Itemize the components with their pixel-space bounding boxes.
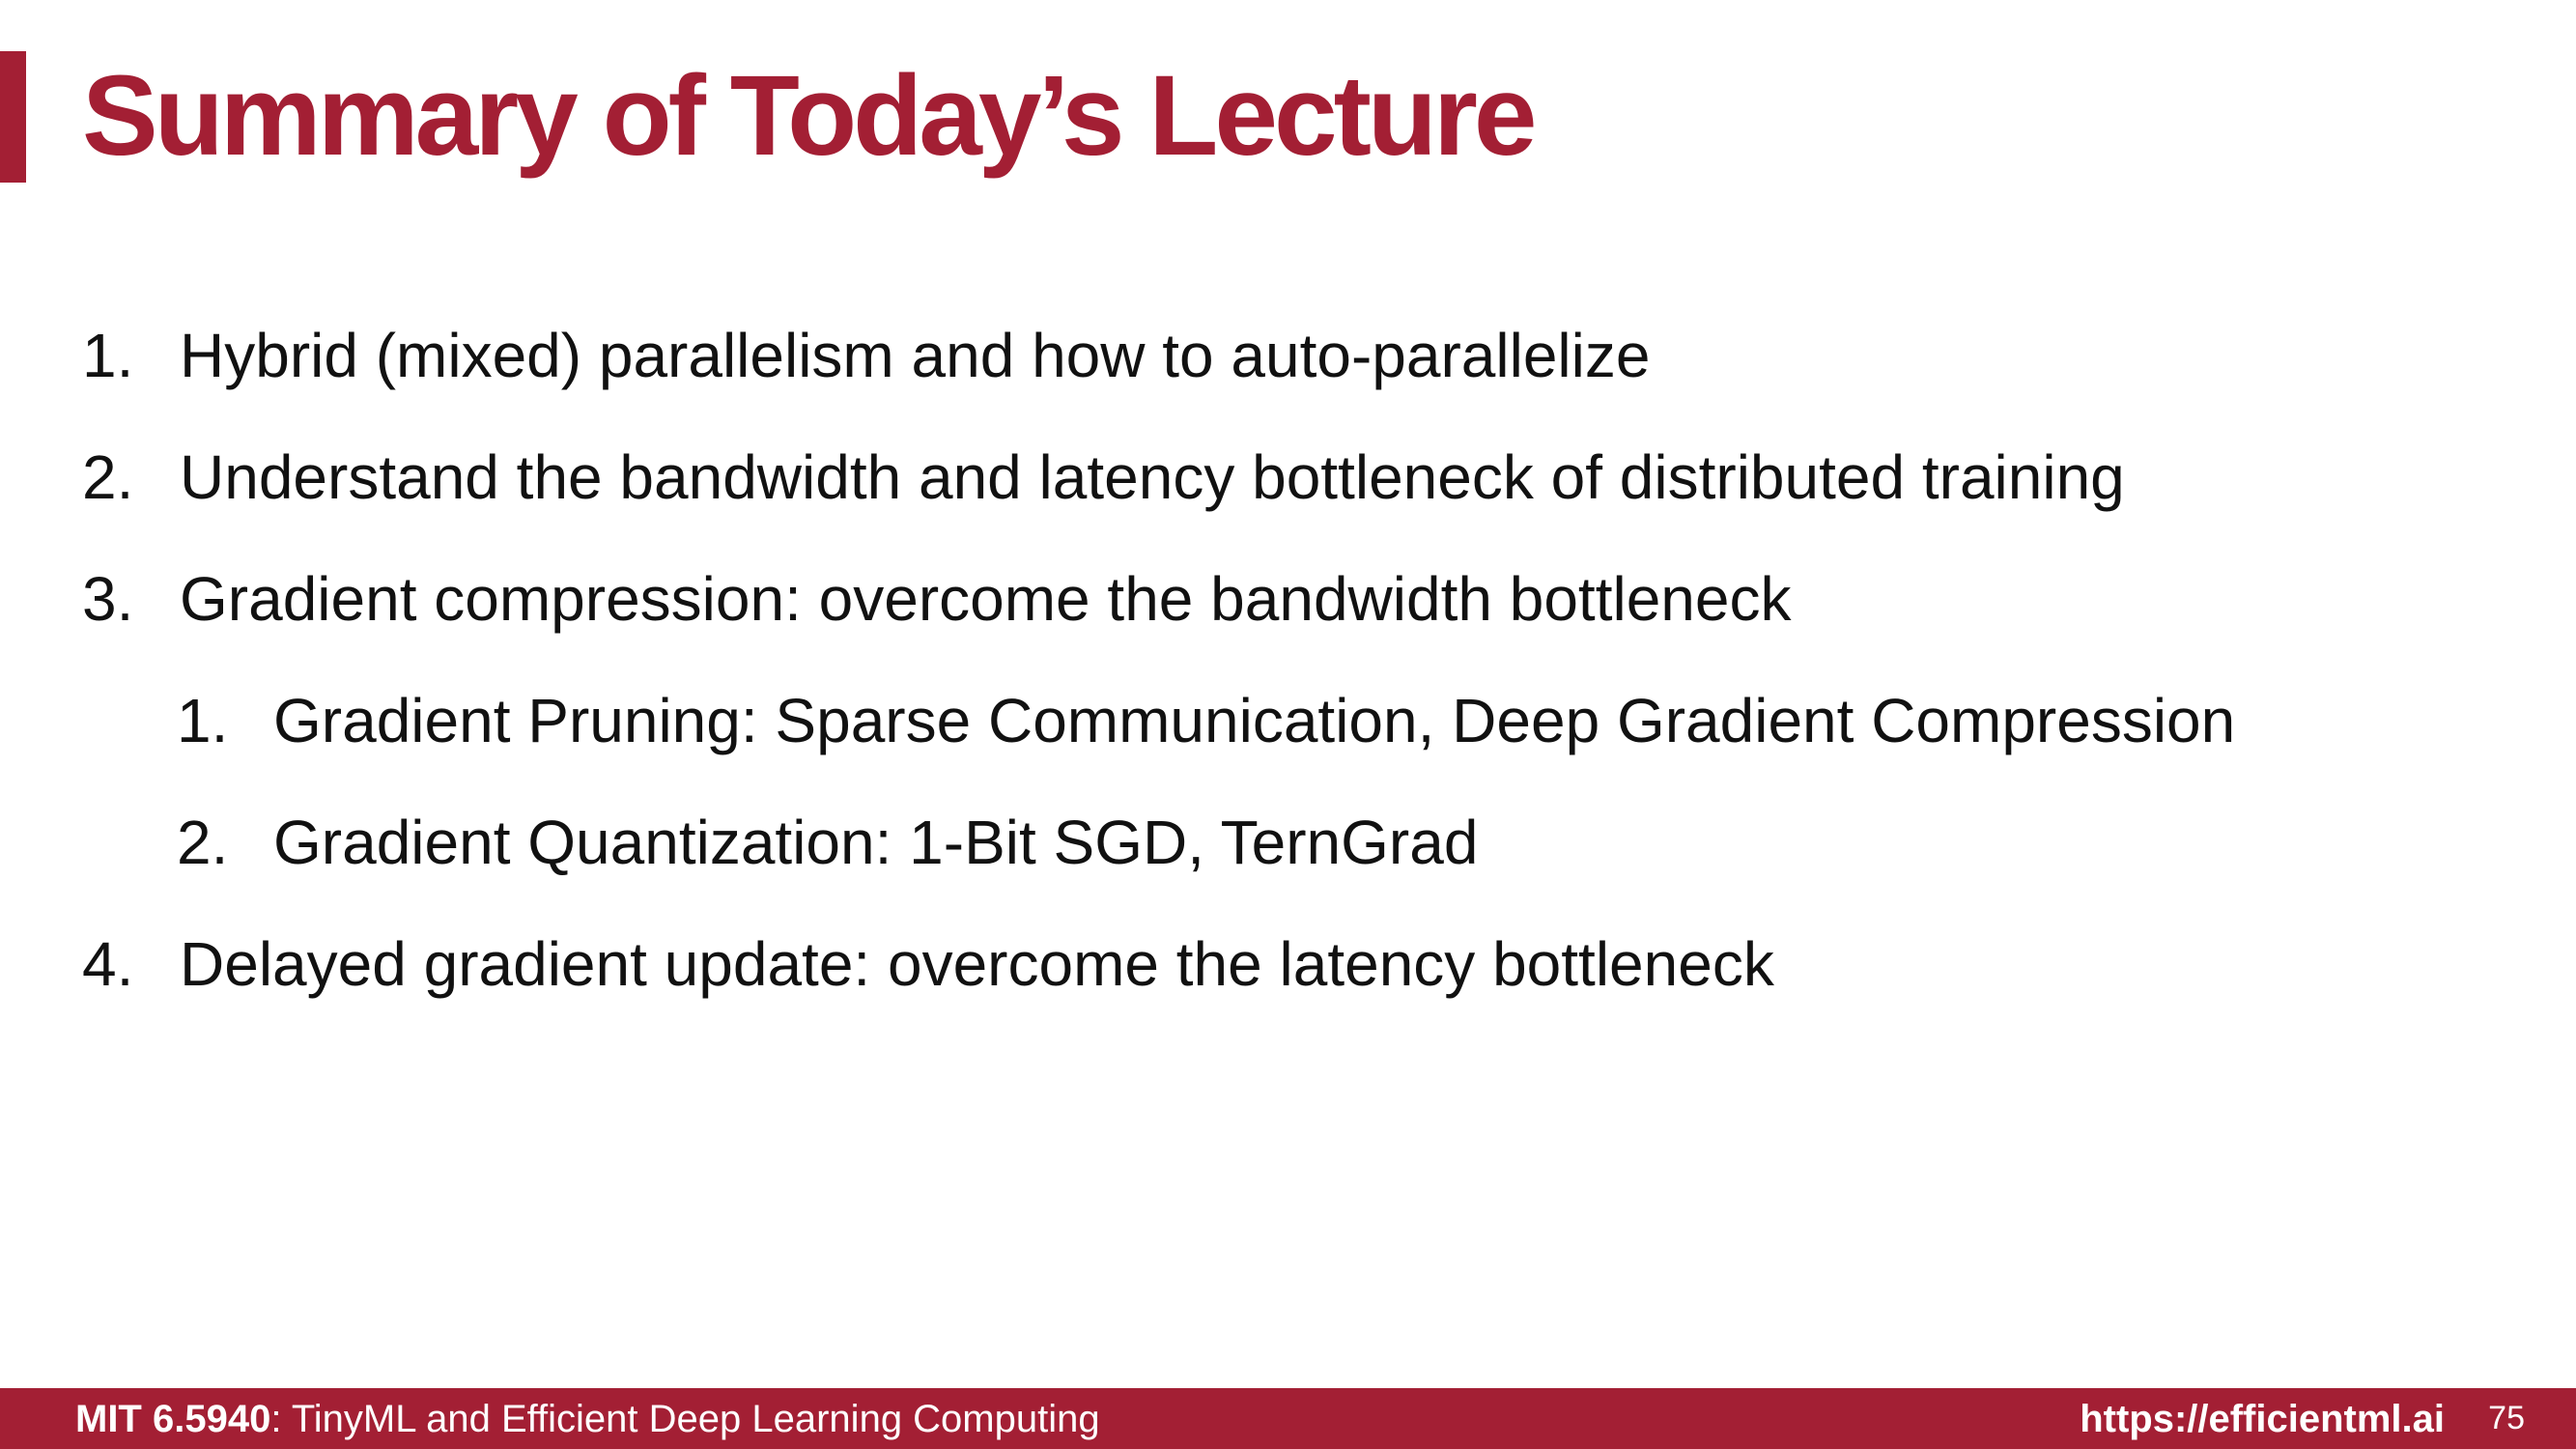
list-item-text: Understand the bandwidth and latency bot… bbox=[180, 442, 2125, 512]
list-item-text: Hybrid (mixed) parallelism and how to au… bbox=[180, 321, 1651, 390]
title-accent-bar bbox=[0, 51, 26, 183]
list-item-number: 1. bbox=[177, 686, 229, 755]
footer-bar: MIT 6.5940: TinyML and Efficient Deep Le… bbox=[0, 1388, 2576, 1449]
footer-course: MIT 6.5940: TinyML and Efficient Deep Le… bbox=[75, 1398, 1100, 1441]
list-item-number: 3. bbox=[82, 564, 134, 634]
list-item-number: 1. bbox=[82, 321, 134, 390]
list-item-text: Gradient Quantization: 1-Bit SGD, TernGr… bbox=[273, 808, 1479, 877]
list-item-text: Gradient Pruning: Sparse Communication, … bbox=[273, 686, 2236, 755]
list-item-number: 4. bbox=[82, 929, 134, 999]
page-number: 75 bbox=[2488, 1400, 2525, 1436]
list-item-number: 2. bbox=[82, 442, 134, 512]
slide-title: Summary of Today’s Lecture bbox=[82, 52, 1538, 180]
list-item-text: Delayed gradient update: overcome the la… bbox=[180, 929, 1774, 999]
list-item-number: 2. bbox=[177, 808, 229, 877]
footer-course-code: MIT 6.5940 bbox=[75, 1398, 271, 1440]
list-item-text: Gradient compression: overcome the bandw… bbox=[180, 564, 1792, 634]
footer-url-link[interactable]: https://efficientml.ai bbox=[2080, 1398, 2445, 1441]
footer-course-name: : TinyML and Efficient Deep Learning Com… bbox=[270, 1398, 1100, 1440]
